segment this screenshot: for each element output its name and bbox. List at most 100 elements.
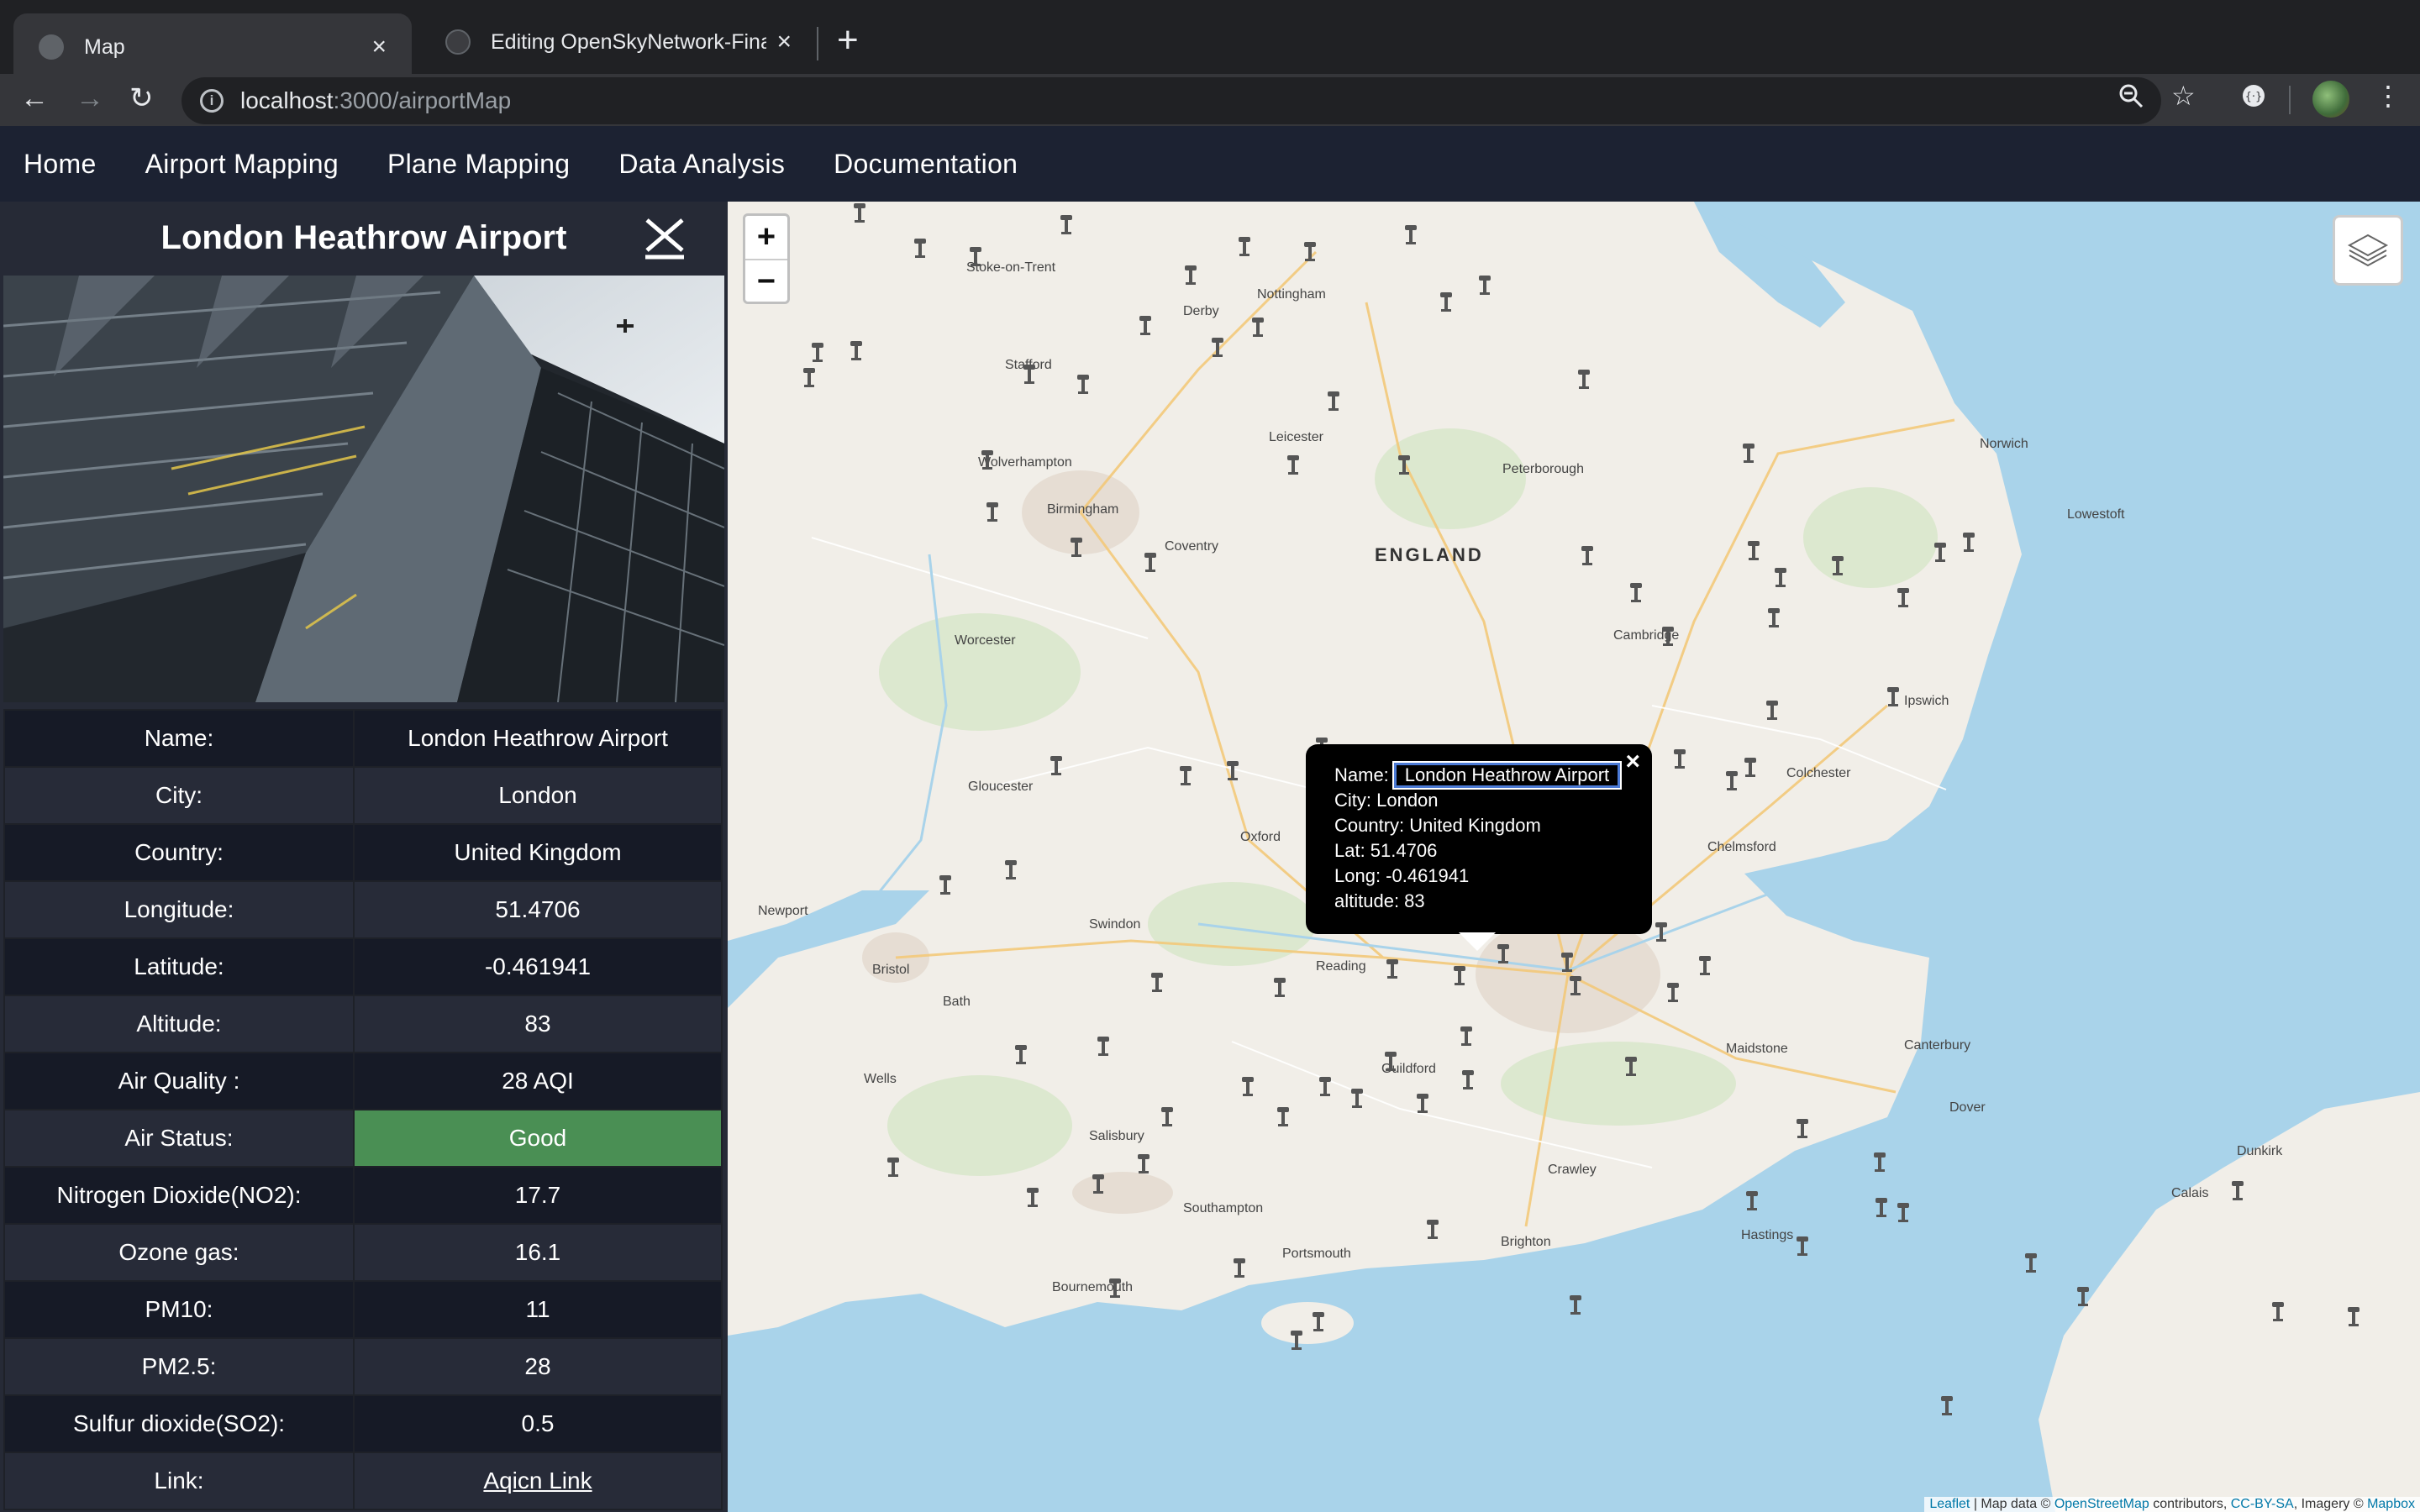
airport-tower-icon[interactable] [1326,390,1341,412]
reload-icon[interactable]: ↻ [129,84,154,113]
airport-tower-icon[interactable] [1628,581,1644,603]
nav-documentation[interactable]: Documentation [834,149,1018,180]
tab-editing[interactable]: Editing OpenSkyNetwork-Final × [420,13,817,71]
airport-tower-icon[interactable] [1933,541,1948,563]
airport-tower-icon[interactable] [1096,1035,1111,1057]
airport-tower-icon[interactable] [1425,1218,1440,1240]
airport-tower-icon[interactable] [1724,769,1739,791]
airport-tower-icon[interactable] [1496,942,1511,964]
airport-tower-icon[interactable] [1138,314,1153,336]
airport-tower-icon[interactable] [1232,1257,1247,1278]
airport-tower-icon[interactable] [1403,223,1418,245]
airport-tower-icon[interactable] [1744,1189,1760,1211]
info-icon[interactable]: i [200,89,224,113]
airport-tower-icon[interactable] [1276,1105,1291,1127]
airport-tower-icon[interactable] [1250,316,1265,338]
airport-tower-icon[interactable] [1286,454,1301,475]
airport-tower-icon[interactable] [1697,954,1712,976]
airport-tower-icon[interactable] [1225,759,1240,781]
airport-tower-icon[interactable] [1623,1055,1639,1077]
airport-tower-icon[interactable] [810,341,825,363]
airport-tower-icon[interactable] [1741,442,1756,464]
airport-tower-icon[interactable] [1237,235,1252,257]
airport-tower-icon[interactable] [1654,921,1669,942]
mapbox-link[interactable]: Mapbox [2367,1497,2415,1511]
airport-tower-icon[interactable] [1178,764,1193,786]
nav-home[interactable]: Home [24,149,97,180]
airport-tower-icon[interactable] [1795,1235,1810,1257]
airport-tower-icon[interactable] [852,202,867,223]
airport-tower-icon[interactable] [980,449,995,470]
nav-airport-mapping[interactable]: Airport Mapping [145,149,339,180]
airport-tower-icon[interactable] [1025,1186,1040,1208]
address-bar[interactable]: i localhost:3000/airportMap [182,77,2161,124]
airport-tower-icon[interactable] [1939,1394,1954,1416]
airport-tower-icon[interactable] [849,339,864,361]
airport-tower-icon[interactable] [1672,748,1687,769]
airport-tower-icon[interactable] [1383,1050,1398,1072]
airport-tower-icon[interactable] [1107,1277,1123,1299]
airport-tower-icon[interactable] [1076,373,1091,395]
airport-tower-icon[interactable] [1765,699,1780,721]
airport-tower-icon[interactable] [1022,363,1037,385]
layers-button[interactable] [2333,215,2403,286]
airport-tower-icon[interactable] [1477,274,1492,296]
airport-tower-icon[interactable] [2023,1252,2039,1273]
cc-link[interactable]: CC-BY-SA [2231,1497,2294,1511]
airport-tower-icon[interactable] [913,237,928,259]
airport-tower-icon[interactable] [886,1156,901,1178]
airport-tower-icon[interactable] [1415,1092,1430,1114]
airport-tower-icon[interactable] [1160,1105,1175,1127]
airport-tower-icon[interactable] [1896,586,1911,608]
close-icon[interactable] [642,217,687,260]
airport-tower-icon[interactable] [1460,1068,1476,1090]
airport-tower-icon[interactable] [1872,1151,1887,1173]
leaflet-link[interactable]: Leaflet [1929,1497,1970,1511]
profile-avatar[interactable] [2312,81,2349,118]
airport-tower-icon[interactable] [1439,291,1454,312]
airport-tower-icon[interactable] [1289,1329,1304,1351]
close-tab-icon[interactable]: × [776,29,792,55]
airport-tower-icon[interactable] [1961,531,1976,553]
tab-map[interactable]: Map × [13,13,412,81]
forward-icon[interactable]: → [76,84,104,113]
airport-tower-icon[interactable] [1773,566,1788,588]
zoom-in-button[interactable]: + [745,216,787,260]
airport-tower-icon[interactable] [1568,1294,1583,1315]
airport-tower-icon[interactable] [1240,1075,1255,1097]
airport-tower-icon[interactable] [985,501,1000,522]
popup-close-button[interactable]: × [1625,748,1640,776]
airport-tower-icon[interactable] [1459,1025,1474,1047]
aqicn-link[interactable]: Aqicn Link [483,1467,592,1494]
airport-tower-icon[interactable] [1143,551,1158,573]
airport-tower-icon[interactable] [938,874,953,895]
airport-tower-icon[interactable] [2346,1305,2361,1327]
airport-tower-icon[interactable] [1049,754,1064,776]
airport-tower-icon[interactable] [1766,606,1781,628]
airport-tower-icon[interactable] [1059,213,1074,235]
close-tab-icon[interactable]: × [371,34,387,60]
airport-tower-icon[interactable] [1896,1201,1911,1223]
nav-plane-mapping[interactable]: Plane Mapping [387,149,570,180]
airport-tower-icon[interactable] [1302,240,1318,262]
airport-tower-icon[interactable] [1385,958,1400,979]
extension-icon[interactable]: {·} [2240,82,2267,113]
bookmark-star-icon[interactable]: ☆ [2171,82,2196,109]
airport-tower-icon[interactable] [1150,971,1165,993]
airport-tower-icon[interactable] [1743,756,1758,778]
airport-tower-icon[interactable] [1013,1043,1028,1065]
airport-tower-icon[interactable] [1272,976,1287,998]
menu-dots-icon[interactable]: ⋮ [2375,82,2402,109]
airport-tower-icon[interactable] [802,366,817,388]
airport-tower-icon[interactable] [2075,1285,2091,1307]
airport-map[interactable]: ENGLAND Birmingham Leicester Nottingham … [728,202,2420,1512]
nav-data-analysis[interactable]: Data Analysis [618,149,785,180]
new-tab-icon[interactable]: + [837,22,859,59]
zoom-icon[interactable] [2118,82,2144,113]
airport-tower-icon[interactable] [1003,858,1018,880]
airport-tower-icon[interactable] [2230,1179,2245,1201]
airport-tower-icon[interactable] [1576,368,1591,390]
airport-tower-icon[interactable] [1568,974,1583,996]
airport-tower-icon[interactable] [1183,264,1198,286]
airport-tower-icon[interactable] [1830,554,1845,576]
